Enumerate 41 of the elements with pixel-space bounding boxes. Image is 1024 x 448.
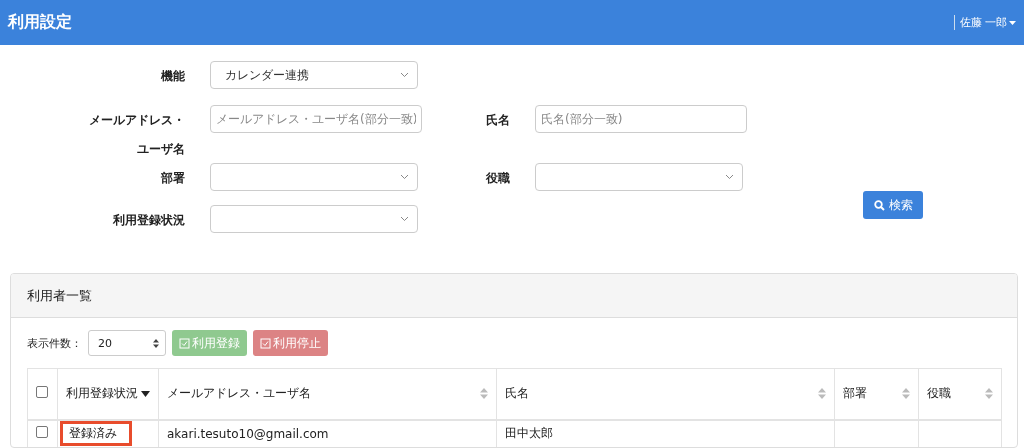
sort-icon[interactable] [985,388,993,400]
sort-icon[interactable] [902,388,910,400]
select-all-checkbox[interactable] [36,386,48,399]
field-label: 氏名 [486,111,510,129]
chevron-icon [400,72,409,78]
field-label: 機能 [161,67,185,85]
search-button[interactable]: 検索 [863,191,923,219]
search-icon [873,199,885,211]
user-menu[interactable]: 佐藤 一郎 [953,15,1016,30]
spinner-icon [153,338,159,348]
column-header[interactable]: 利用登録状況 [57,368,159,420]
field-label: 利用登録状況 [113,211,185,229]
chevron-icon [725,174,734,180]
column-header[interactable]: 氏名 [496,368,835,420]
field-label: 役職 [486,169,510,187]
chevron-icon [400,174,409,180]
sort-desc-icon[interactable] [141,390,150,397]
checkbox-icon [260,337,271,349]
name-input[interactable]: 氏名(部分一致) [535,105,747,133]
page-title: 利用設定 [8,12,72,33]
sort-icon[interactable] [818,388,826,400]
function-select[interactable]: カレンダー連携 [210,61,418,89]
status-select[interactable] [210,205,418,233]
department-select[interactable] [210,163,418,191]
field-label: ユーザ名 [137,140,185,158]
column-header[interactable]: メールアドレス・ユーザ名 [158,368,497,420]
column-header[interactable]: 部署 [834,368,919,420]
column-header[interactable]: 役職 [918,368,1002,420]
field-label: メールアドレス・ [89,111,185,129]
checkbox-icon [179,337,190,349]
caret-icon [1009,20,1016,25]
page-size-select[interactable]: 20 [88,330,166,356]
field-label: 部署 [161,169,185,187]
row-checkbox[interactable] [36,426,48,439]
chevron-icon [400,216,409,222]
email-input[interactable]: メールアドレス・ユーザ名(部分一致) [210,105,422,133]
sort-icon[interactable] [480,388,488,400]
page-size-label: 表示件数： [27,335,82,351]
position-select[interactable] [535,163,743,191]
status-text: 登録済み [60,421,132,447]
panel-title: 利用者一覧 [27,286,92,305]
